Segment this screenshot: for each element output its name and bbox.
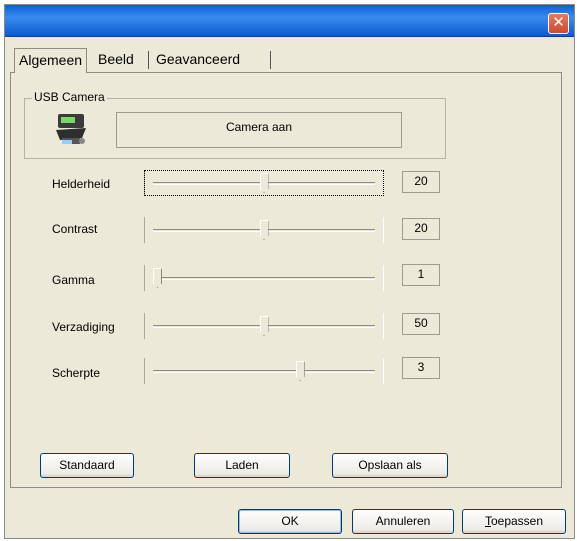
slider-thumb[interactable] xyxy=(295,361,305,381)
tab-separator xyxy=(148,51,149,69)
slider-thumb[interactable] xyxy=(259,173,269,193)
tab-separator xyxy=(270,51,271,69)
saturation-slider[interactable] xyxy=(144,313,384,339)
laden-button[interactable]: Laden xyxy=(194,453,290,478)
brightness-slider[interactable] xyxy=(144,170,384,196)
webcam-icon xyxy=(56,114,86,144)
annuleren-button[interactable]: Annuleren xyxy=(352,509,454,534)
saturation-value: 50 xyxy=(402,313,440,335)
standaard-button[interactable]: Standaard xyxy=(40,453,134,478)
title-bar: ✕ xyxy=(5,5,574,37)
camera-status: Camera aan xyxy=(116,112,402,148)
contrast-label: Contrast xyxy=(52,222,98,236)
gamma-value: 1 xyxy=(402,264,440,286)
tab-beeld[interactable]: Beeld xyxy=(94,48,138,72)
sharpness-slider[interactable] xyxy=(144,358,384,384)
saturation-label: Verzadiging xyxy=(52,320,115,334)
sharpness-value: 3 xyxy=(402,357,440,379)
tab-algemeen[interactable]: Algemeen xyxy=(14,48,88,73)
brightness-value: 20 xyxy=(402,171,440,193)
gamma-label: Gamma xyxy=(52,273,95,287)
contrast-slider[interactable] xyxy=(144,217,384,243)
opslaan-als-button[interactable]: Opslaan als xyxy=(332,453,448,478)
slider-thumb[interactable] xyxy=(153,268,162,288)
toepassen-button[interactable]: Toepassen xyxy=(462,509,566,534)
slider-track xyxy=(153,277,375,280)
slider-thumb[interactable] xyxy=(259,316,269,336)
slider-track xyxy=(153,370,375,373)
brightness-label: Helderheid xyxy=(52,177,111,191)
close-icon[interactable]: ✕ xyxy=(548,13,569,34)
groupbox-title: USB Camera xyxy=(32,90,107,104)
sharpness-label: Scherpte xyxy=(52,366,101,380)
tab-geavanceerd[interactable]: Geavanceerd xyxy=(152,48,244,72)
slider-thumb[interactable] xyxy=(259,220,269,240)
ok-button[interactable]: OK xyxy=(238,509,342,534)
gamma-slider[interactable] xyxy=(144,265,384,291)
contrast-value: 20 xyxy=(402,218,440,240)
